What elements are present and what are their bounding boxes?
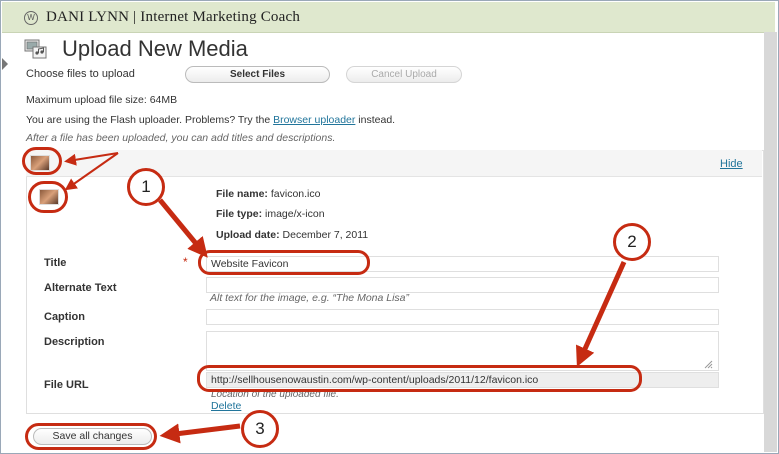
alternate-text-hint: Alt text for the image, e.g. “The Mona L… [210,292,410,304]
delete-link-text[interactable]: Delete [211,400,241,412]
annotation-oval-preview [28,181,68,213]
delete-link[interactable]: Delete [211,400,241,412]
collapse-menu-arrow-icon[interactable] [2,58,8,70]
flash-notice-text: You are using the Flash uploader. Proble… [26,114,274,126]
caption-label: Caption [44,311,85,323]
callout-2: 2 [613,223,651,261]
file-name-row: File name: favicon.ico [216,188,320,200]
flash-notice-text-end: instead. [355,114,396,126]
max-upload-size: Maximum upload file size: 64MB [26,94,178,106]
browser-uploader-link[interactable]: Browser uploader [273,114,355,126]
page-title: Upload New Media [62,36,248,61]
annotation-oval-thumbnail [22,147,62,175]
file-name-value: favicon.ico [270,188,321,200]
annotation-oval-title [198,250,370,275]
alternate-text-input[interactable] [206,277,719,293]
annotation-oval-file-url [197,365,642,392]
callout-1: 1 [127,168,165,206]
required-asterisk: * [183,255,188,269]
admin-header-bar: W DANI LYNN | Internet Marketing Coach [2,2,775,33]
file-type-row: File type: image/x-icon [216,208,325,220]
file-url-label: File URL [44,379,89,391]
wordpress-logo-icon: W [24,11,38,25]
media-icon [24,39,47,59]
hide-link-text[interactable]: Hide [720,158,743,170]
upload-date-label: Upload date: [216,229,280,241]
description-label: Description [44,336,105,348]
title-label: Title [44,257,67,269]
alternate-text-label: Alternate Text [44,282,117,294]
file-type-label: File type: [216,208,263,220]
cancel-upload-button[interactable]: Cancel Upload [346,66,462,83]
hide-link[interactable]: Hide [720,158,743,170]
callout-3: 3 [241,410,279,448]
upload-date-row: Upload date: December 7, 2011 [216,229,368,241]
choose-files-label: Choose files to upload [26,68,135,80]
select-files-button[interactable]: Select Files [185,66,330,83]
caption-input[interactable] [206,309,719,325]
file-type-value: image/x-icon [265,208,325,220]
flash-uploader-notice: You are using the Flash uploader. Proble… [26,114,395,126]
file-name-label: File name: [216,188,268,200]
annotation-oval-save [25,423,157,450]
site-title[interactable]: DANI LYNN | Internet Marketing Coach [46,9,300,26]
upload-date-value: December 7, 2011 [282,229,369,241]
resize-grip-icon[interactable] [703,359,713,369]
after-upload-hint: After a file has been uploaded, you can … [26,132,336,144]
scrollbar[interactable] [764,32,777,452]
